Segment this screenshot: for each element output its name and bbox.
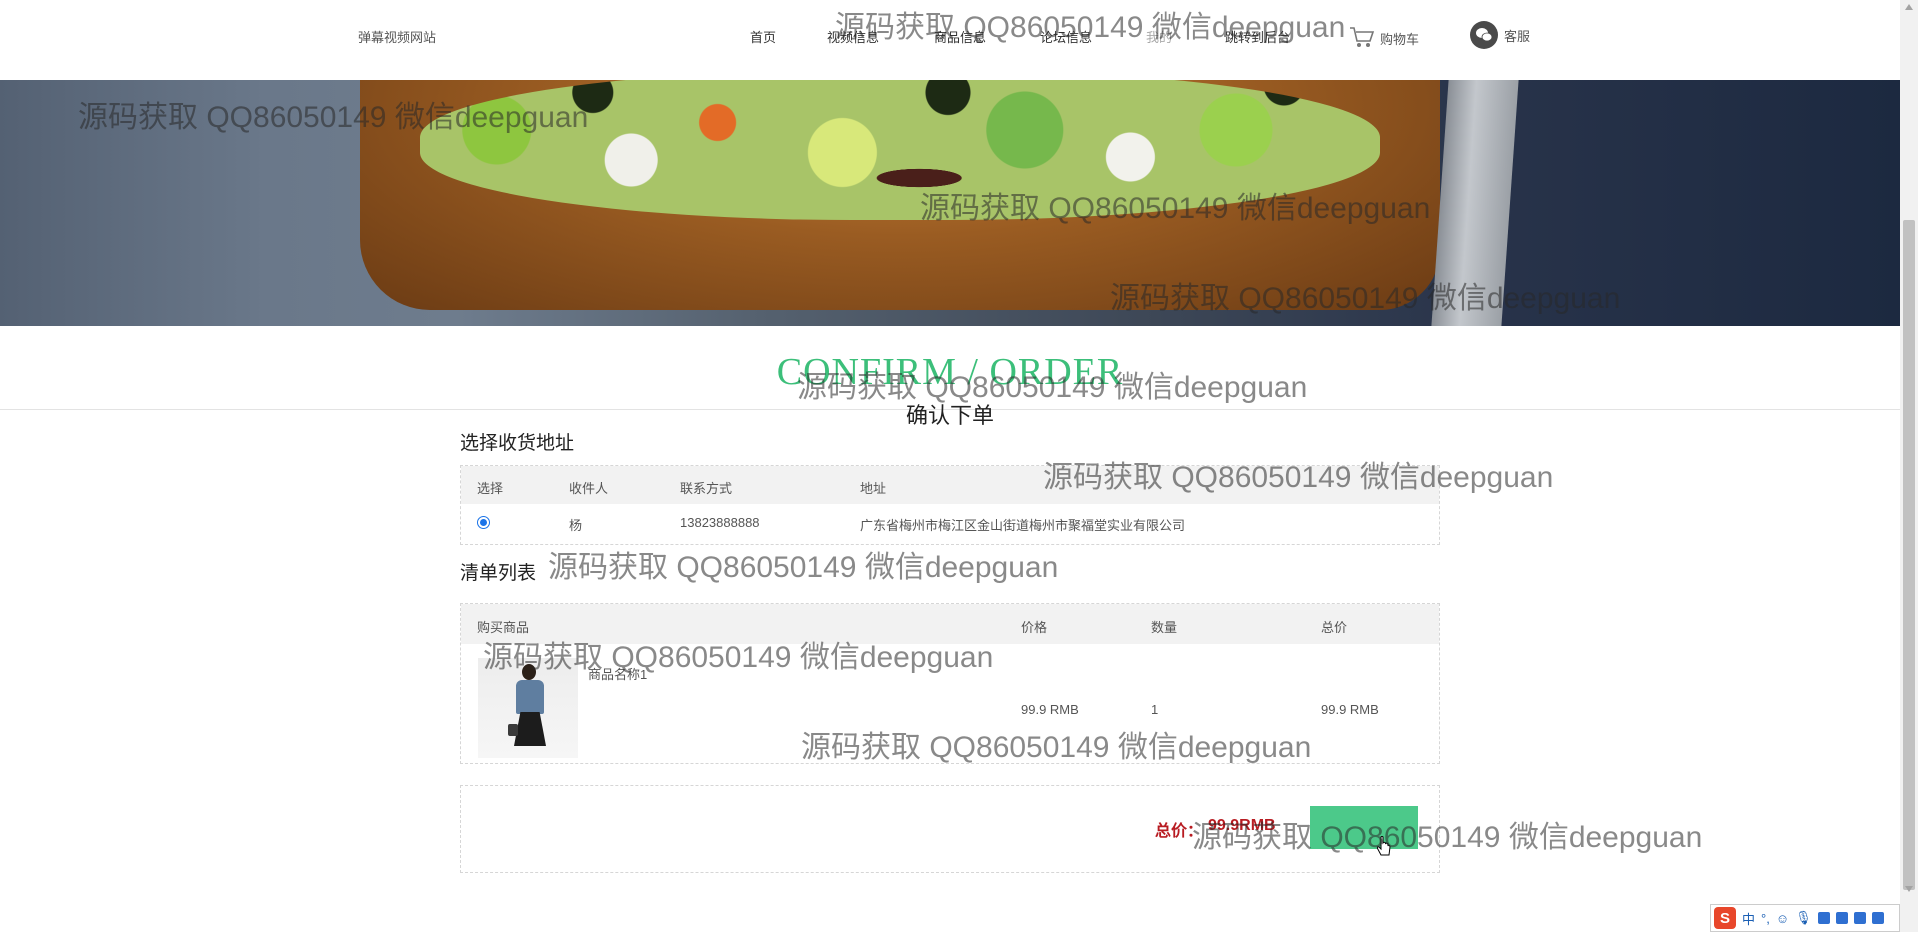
mouse-cursor-icon bbox=[1376, 835, 1392, 863]
cart-link[interactable]: 购物车 bbox=[1348, 24, 1419, 53]
microphone-icon[interactable]: 🎙 bbox=[1795, 910, 1812, 926]
product-name[interactable]: 商品名称1 bbox=[588, 664, 647, 683]
nav-link-home[interactable]: 首页 bbox=[750, 27, 776, 46]
nav-link-products[interactable]: 商品信息 bbox=[934, 27, 986, 46]
scroll-thumb[interactable] bbox=[1903, 220, 1915, 890]
col-quantity: 数量 bbox=[1151, 620, 1178, 635]
banner-knife bbox=[1431, 80, 1519, 326]
banner-salad-toppings bbox=[420, 80, 1380, 220]
col-total: 总价 bbox=[1321, 620, 1348, 635]
address-table: 选择 收件人 联系方式 地址 杨 13823888888 广东省梅州市梅江区金山… bbox=[460, 465, 1440, 545]
page-scrollbar[interactable] bbox=[1900, 0, 1918, 932]
col-price: 价格 bbox=[1021, 620, 1048, 635]
nav-link-mine[interactable]: 我的 bbox=[1146, 27, 1172, 46]
ime-toolbar[interactable]: S 中 °, ☺ 🎙 bbox=[1710, 904, 1900, 932]
menu-grid-icon[interactable] bbox=[1871, 912, 1884, 924]
address-section-title: 选择收货地址 bbox=[460, 433, 575, 454]
address-table-header: 选择 收件人 联系方式 地址 bbox=[461, 466, 1439, 504]
cart-icon bbox=[1348, 24, 1376, 53]
table-row: 商品名称1 99.9 RMB 1 99.9 RMB bbox=[461, 644, 1439, 762]
product-price: 99.9 RMB bbox=[1021, 702, 1079, 717]
list-section-title: 清单列表 bbox=[460, 563, 537, 584]
skin-icon[interactable] bbox=[1853, 912, 1866, 924]
col-phone: 联系方式 bbox=[680, 481, 733, 496]
col-select: 选择 bbox=[477, 481, 504, 496]
address-phone: 13823888888 bbox=[680, 515, 760, 530]
scroll-up-icon[interactable] bbox=[1905, 4, 1913, 10]
product-image[interactable] bbox=[478, 658, 578, 758]
ime-language[interactable]: 中 bbox=[1742, 909, 1755, 928]
ime-punctuation[interactable]: °, bbox=[1761, 911, 1770, 926]
service-label: 客服 bbox=[1504, 28, 1531, 44]
order-items-table: 购买商品 价格 数量 总价 商品名称1 99.9 RMB 1 99.9 RMB bbox=[460, 603, 1440, 764]
page-heading-chinese: 确认下单 bbox=[905, 403, 994, 428]
address-radio[interactable] bbox=[477, 516, 490, 529]
user-icon[interactable] bbox=[1835, 912, 1848, 924]
keyboard-icon[interactable] bbox=[1817, 912, 1830, 924]
sogou-ime-icon[interactable]: S bbox=[1714, 907, 1736, 929]
order-summary-box bbox=[460, 785, 1440, 873]
scroll-down-icon[interactable] bbox=[1905, 886, 1913, 892]
address-row[interactable]: 杨 13823888888 广东省梅州市梅江区金山街道梅州市聚福堂实业有限公司 bbox=[461, 504, 1439, 542]
wechat-icon bbox=[1470, 21, 1498, 49]
total-label: 总价： bbox=[1155, 823, 1204, 840]
col-product: 购买商品 bbox=[477, 620, 530, 635]
watermark: 源码获取 QQ86050149 微信deepguan bbox=[548, 551, 1059, 584]
col-address: 地址 bbox=[860, 481, 887, 496]
col-recipient: 收件人 bbox=[569, 481, 609, 496]
nav-link-forum[interactable]: 论坛信息 bbox=[1040, 27, 1092, 46]
total-value: 99.9RMB bbox=[1208, 817, 1276, 834]
site-title[interactable]: 弹幕视频网站 bbox=[358, 27, 436, 46]
page-heading-english: CONFIRM / ORDER bbox=[776, 351, 1124, 393]
emoji-icon[interactable]: ☺ bbox=[1776, 911, 1789, 926]
cart-label: 购物车 bbox=[1380, 32, 1420, 47]
items-table-header: 购买商品 价格 数量 总价 bbox=[461, 604, 1439, 644]
nav-link-videos[interactable]: 视频信息 bbox=[827, 27, 879, 46]
product-total: 99.9 RMB bbox=[1321, 702, 1379, 717]
product-quantity: 1 bbox=[1151, 702, 1159, 717]
top-navigation: 弹幕视频网站 首页 视频信息 商品信息 论坛信息 我的 跳转到后台 购物车 客服 bbox=[0, 0, 1900, 80]
address-recipient: 杨 bbox=[569, 518, 583, 533]
hero-banner bbox=[0, 80, 1900, 326]
customer-service-link[interactable]: 客服 bbox=[1470, 21, 1530, 49]
address-text: 广东省梅州市梅江区金山街道梅州市聚福堂实业有限公司 bbox=[860, 518, 1186, 533]
nav-link-admin[interactable]: 跳转到后台 bbox=[1225, 27, 1290, 46]
submit-order-button[interactable] bbox=[1310, 806, 1418, 849]
